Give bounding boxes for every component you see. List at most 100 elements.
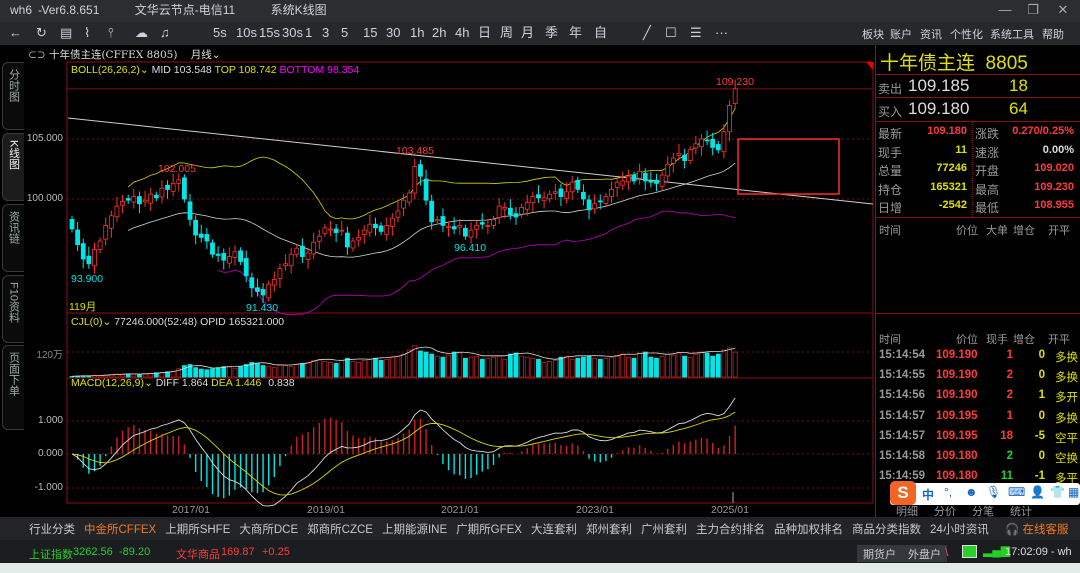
boll-label[interactable]: BOLL(26,26,2) (71, 64, 140, 76)
candle (699, 138, 704, 148)
emoji-icon[interactable]: ☻ (965, 485, 978, 499)
candle (137, 196, 142, 205)
volume-value: 77246.000(52:48) (114, 316, 198, 328)
tick-cell: 多换 (1055, 352, 1078, 364)
candle (384, 224, 390, 235)
volume-bar (665, 353, 671, 378)
drawn-rectangle[interactable] (737, 138, 840, 195)
tick-cell: 11 (1000, 470, 1013, 483)
volume-bar (654, 357, 659, 378)
foreign-account-button[interactable]: 外盘户 (902, 545, 947, 562)
link-icon[interactable]: ⊂⊃ (28, 49, 46, 61)
macd-tick: 0.000 (37, 448, 63, 459)
candle (670, 157, 676, 164)
exchange-tab[interactable]: 大连套利 (531, 521, 577, 541)
candle (221, 253, 227, 261)
ask-label: 卖出 (878, 82, 903, 96)
volume-bar (502, 358, 508, 378)
tick-row: 15:14:56 109.190 2 1 多开 (876, 387, 1080, 407)
exchange-tab[interactable]: 上期能源INE (382, 521, 447, 541)
volume-bar (479, 358, 485, 378)
volume-bar (384, 358, 390, 378)
candle (519, 206, 524, 215)
volume-bar (322, 360, 328, 378)
candle (654, 179, 659, 184)
tick-cell: 2 (1006, 450, 1013, 462)
candle (620, 180, 626, 186)
stat-value: 0.00% (1042, 143, 1074, 156)
skin-icon[interactable]: 👕 (1050, 485, 1065, 499)
annotation-high: 109.230 (716, 76, 754, 88)
candle (676, 152, 682, 156)
candle (682, 154, 687, 162)
mic-icon[interactable]: 🎙 (986, 485, 1001, 499)
tick-header: 增仓 (1013, 334, 1035, 346)
candle (193, 219, 199, 236)
candle (165, 184, 170, 190)
volume-bar (597, 358, 603, 378)
chevron-down-icon[interactable]: ⌄ (212, 49, 221, 61)
price-tick: 100.000 (26, 193, 63, 204)
volume-bar (648, 356, 654, 378)
exchange-tab[interactable]: 广期所GFEX (456, 521, 522, 541)
futures-account-button[interactable]: 期货户 (857, 545, 902, 562)
volume-bar (238, 366, 244, 378)
punct-icon[interactable]: °, (944, 485, 952, 499)
user-icon[interactable]: 👤 (1030, 485, 1045, 499)
candle (305, 252, 311, 260)
volume-bar (732, 351, 738, 378)
exchange-tab[interactable]: 商品分类指数 (852, 521, 921, 541)
stat-value: 77246 (936, 162, 967, 174)
volume-bar (328, 362, 333, 378)
online-service-button[interactable]: 🎧 在线客服 (1005, 521, 1069, 537)
keyboard-icon[interactable]: ⌨ (1008, 485, 1025, 499)
exchange-tab[interactable]: 郑州套利 (586, 521, 632, 541)
candle (586, 199, 592, 211)
macd-label[interactable]: MACD(12,26,9) (71, 377, 144, 389)
big-order-header: 时间 (879, 225, 901, 237)
candle (361, 229, 367, 235)
opid-value: OPID 165321.000 (200, 316, 285, 328)
volume-bar (198, 368, 204, 378)
index1-name: 上证指数 (29, 549, 73, 561)
exchange-tab[interactable]: 24小时资讯 (930, 521, 989, 541)
volume-bar (547, 360, 553, 378)
volume-bar (687, 356, 693, 378)
tick-row: 15:14:58 109.180 2 0 空换 (876, 448, 1080, 468)
candle (131, 196, 137, 203)
candle (75, 229, 81, 246)
exchange-tab[interactable]: 行业分类 (29, 521, 75, 541)
candle (215, 253, 221, 256)
exchange-tab[interactable]: 中金所CFFEX (84, 521, 157, 541)
exchange-tab[interactable]: 上期所SHFE (165, 521, 230, 541)
grid-icon[interactable]: ▦ (1068, 485, 1079, 499)
candle (159, 187, 165, 198)
candle (423, 178, 429, 201)
exchange-tab[interactable]: 郑商所CZCE (307, 521, 373, 541)
exchange-tab[interactable]: 大商所DCE (239, 521, 298, 541)
period-select[interactable]: 月线 (191, 49, 212, 61)
candle (92, 248, 97, 267)
big-order-header: 开平 (1048, 225, 1070, 237)
candle (344, 232, 350, 248)
exchange-tab[interactable]: 主力合约排名 (696, 521, 765, 541)
volume-bar (524, 356, 530, 378)
ime-mode[interactable]: 中 (922, 486, 934, 503)
volume-bar (474, 355, 480, 378)
trend-line[interactable] (67, 117, 874, 205)
volume-bar (210, 368, 215, 378)
volume-bar (620, 353, 626, 378)
volume-bar (255, 363, 260, 378)
candle (294, 247, 300, 255)
candle (507, 207, 513, 216)
volume-bar (429, 353, 435, 378)
exchange-tab[interactable]: 广州套利 (641, 521, 687, 541)
boll-top: TOP 108.742 (214, 64, 277, 76)
volume-label[interactable]: CJL(0) (71, 316, 103, 328)
exchange-tab[interactable]: 品种加权排名 (774, 521, 843, 541)
ime-toolbar[interactable]: S 中 °, ☻ 🎙 ⌨ 👤 👕 ▦ (890, 481, 1080, 505)
annotation-peak: 102.005 (158, 163, 196, 175)
symbol-name: 十年债主连(CFFEX 8805) (48, 49, 178, 61)
volume-bar (406, 349, 412, 378)
stat-label: 涨跌 (975, 127, 1000, 141)
